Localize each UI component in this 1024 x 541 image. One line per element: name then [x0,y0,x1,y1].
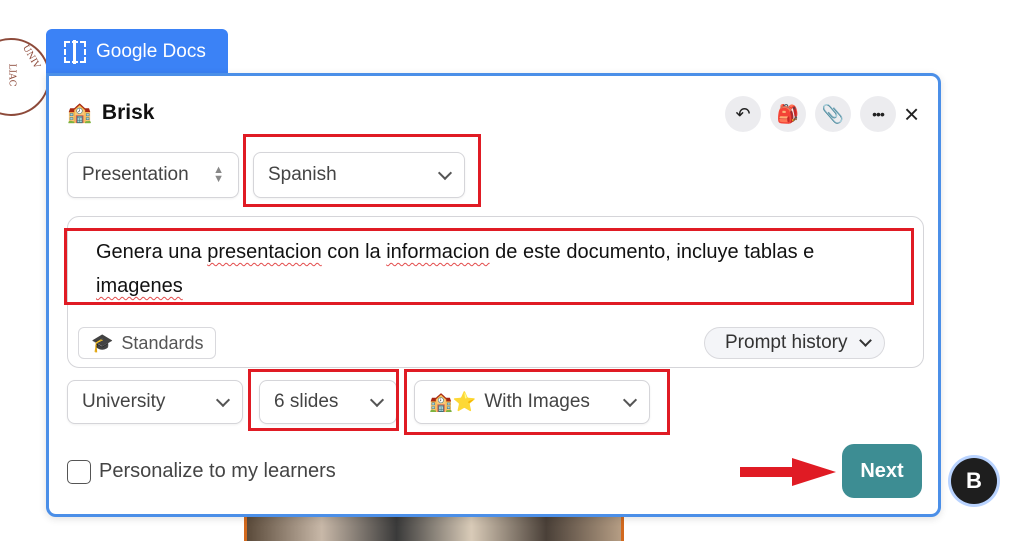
highlight-language [243,134,481,207]
text-cursor-icon [64,39,86,64]
chevron-down-icon [859,334,873,347]
brisk-logo-icon: B [966,468,982,493]
level-value: University [82,391,166,412]
paperclip-icon: 📎 [821,103,845,124]
undo-icon: ↶ [735,103,751,124]
backpack-button[interactable]: 🎒 [770,96,806,132]
highlight-images [404,369,670,435]
standards-label: Standards [121,332,204,353]
screen: UNIV LIAC Google Docs 🏫 Brisk ↶ 🎒 📎 ••• … [0,0,1024,541]
tab-label: Google Docs [96,40,206,62]
university-seal-fragment: UNIV LIAC [0,38,50,116]
standards-button[interactable]: 🎓 Standards [78,327,217,359]
undo-button[interactable]: ↶ [725,96,761,132]
graduation-cap-icon: 🎓 [91,332,114,353]
close-button[interactable]: × [904,100,919,128]
school-building-icon: 🏫 [67,102,92,124]
attach-button[interactable]: 📎 [815,96,851,132]
more-button[interactable]: ••• [860,96,896,132]
brisk-launcher-button[interactable]: B [951,458,997,504]
level-select[interactable]: University [67,380,243,424]
google-docs-tab[interactable]: Google Docs [46,29,228,74]
up-down-chevron-icon: ▲ ▼ [213,164,224,185]
brand-name: Brisk [101,100,155,124]
chevron-down-icon [215,392,231,407]
personalize-checkbox[interactable] [67,460,91,484]
output-type-value: Presentation [82,164,189,185]
next-button[interactable]: Next [842,444,922,498]
brand: 🏫 Brisk [67,100,154,125]
prompt-history-button[interactable]: Prompt history [704,327,886,359]
red-arrow-icon [740,458,836,486]
highlight-prompt [64,228,914,305]
prompt-history-label: Prompt history [725,332,848,353]
more-icon: ••• [872,106,885,122]
output-type-select[interactable]: Presentation ▲ ▼ [67,152,239,198]
close-icon: × [904,99,920,129]
personalize-label[interactable]: Personalize to my learners [99,460,336,483]
backpack-icon: 🎒 [776,103,800,124]
highlight-slides [248,369,399,431]
